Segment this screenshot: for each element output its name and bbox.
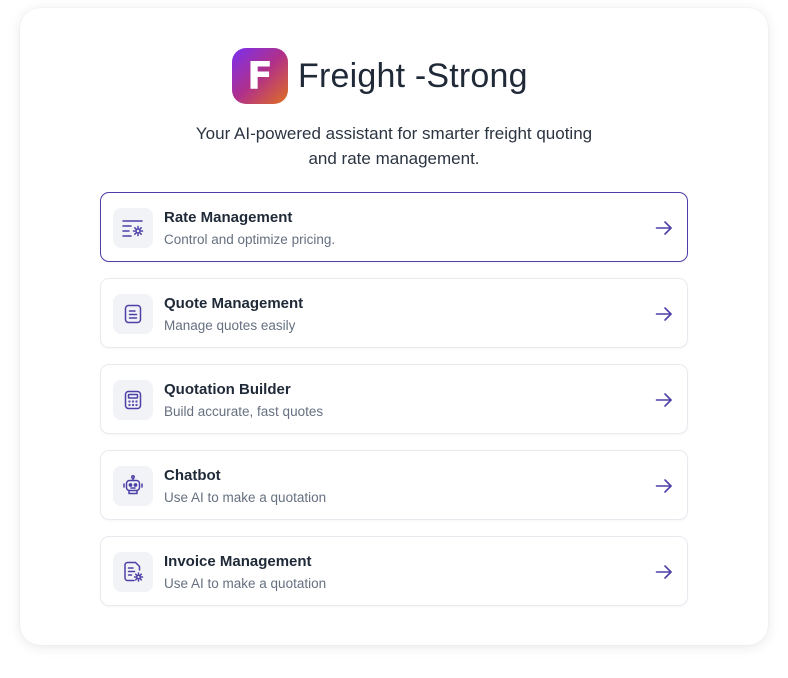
robot-icon [113,466,153,506]
launcher-card: F Freight -Strong Your AI-powered assist… [20,8,768,645]
menu-item-subtitle: Manage quotes easily [164,318,296,333]
menu-item-invoice-management[interactable]: Invoice Management Use AI to make a quot… [100,536,688,606]
tagline: Your AI-powered assistant for smarter fr… [20,121,768,171]
arrow-right-icon [655,565,672,579]
tagline-line-2: and rate management. [308,149,480,168]
menu-item-title: Quotation Builder [164,381,291,398]
menu-item-subtitle: Use AI to make a quotation [164,576,327,591]
menu-item-subtitle: Control and optimize pricing. [164,232,336,247]
calculator-icon [113,380,153,420]
app-logo-icon: F [232,48,288,104]
invoice-settings-icon [113,552,153,592]
menu-item-chatbot[interactable]: Chatbot Use AI to make a quotation [100,450,688,520]
document-icon [113,294,153,334]
arrow-right-icon [655,307,672,321]
tagline-line-1: Your AI-powered assistant for smarter fr… [195,124,593,143]
menu-item-title: Invoice Management [164,553,312,570]
menu-item-quote-management[interactable]: Quote Management Manage quotes easily [100,278,688,348]
arrow-right-icon [655,221,672,235]
menu-item-title: Quote Management [164,295,304,312]
menu-item-subtitle: Build accurate, fast quotes [164,404,324,419]
arrow-right-icon [655,393,672,407]
menu-item-rate-management[interactable]: Rate Management Control and optimize pri… [100,192,688,262]
arrow-right-icon [655,479,672,493]
brand-header: F Freight -Strong [232,48,528,104]
rate-settings-icon [113,208,153,248]
menu-item-subtitle: Use AI to make a quotation [164,490,327,505]
menu-item-quotation-builder[interactable]: Quotation Builder Build accurate, fast q… [100,364,688,434]
app-name: Freight -Strong [298,56,528,95]
menu-item-title: Chatbot [164,467,221,484]
menu-item-title: Rate Management [164,209,293,226]
